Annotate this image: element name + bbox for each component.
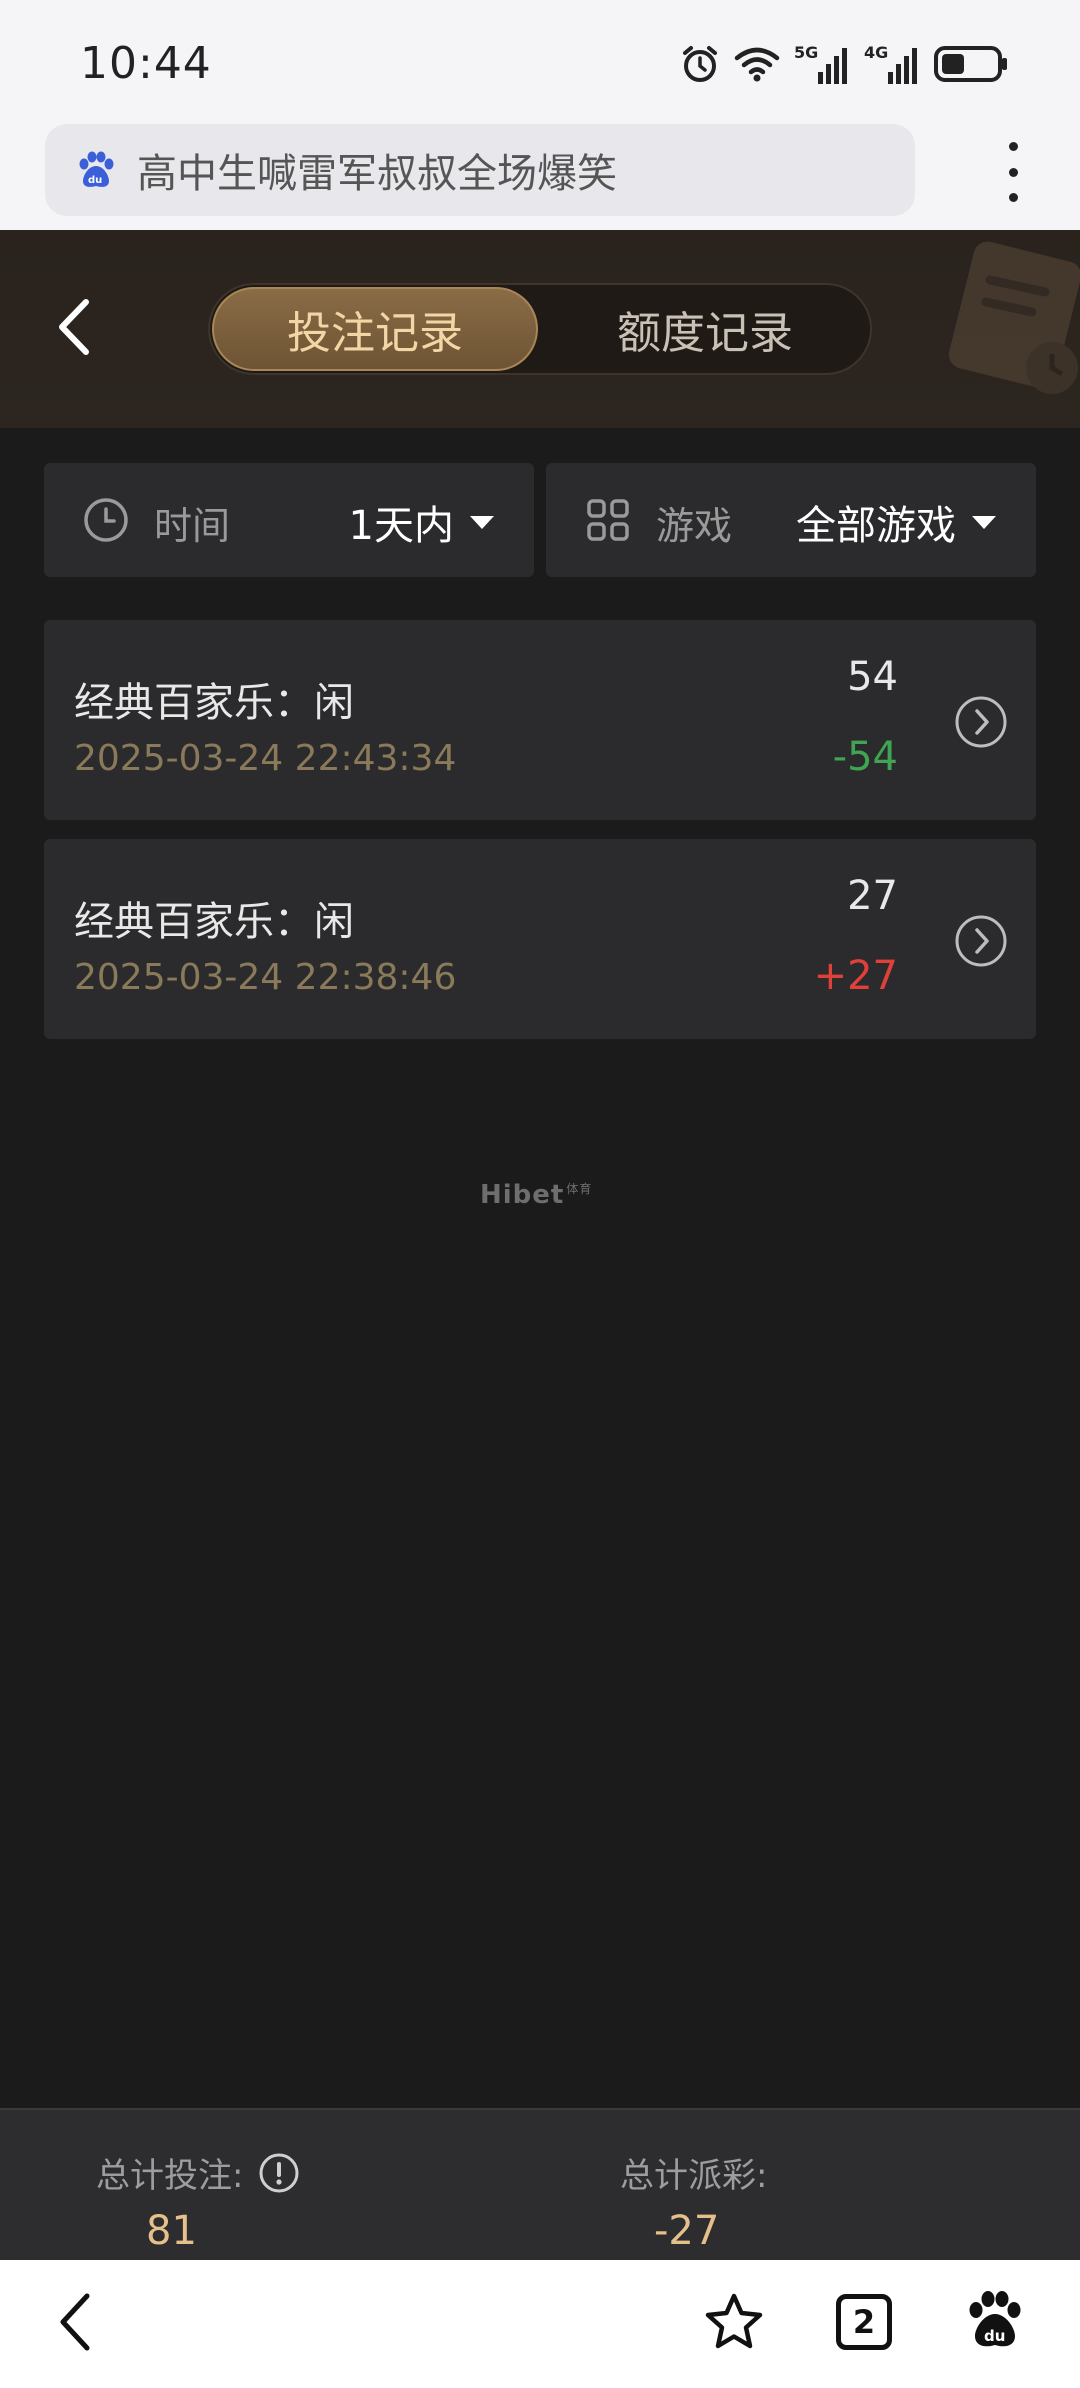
baidu-home-icon[interactable]: du bbox=[966, 2290, 1024, 2352]
alarm-icon bbox=[683, 46, 717, 82]
caret-down-icon bbox=[972, 515, 996, 529]
back-arrow-icon[interactable] bbox=[50, 292, 100, 362]
tab-bet-records[interactable]: 投注记录 bbox=[212, 287, 538, 371]
document-clock-icon bbox=[948, 241, 1080, 394]
tab-credit-records[interactable]: 额度记录 bbox=[540, 287, 870, 371]
total-bet-label: 总计投注: bbox=[96, 2156, 244, 2196]
bookmark-star-icon[interactable] bbox=[702, 2290, 766, 2354]
game-filter[interactable]: 游戏 全部游戏 bbox=[546, 463, 1036, 577]
total-bet-value: 81 bbox=[146, 2208, 197, 2254]
battery-icon bbox=[934, 46, 1007, 82]
watermark-sub: 体育 bbox=[566, 1182, 593, 1196]
search-text: 高中生喊雷军叔叔全场爆笑 bbox=[137, 151, 617, 197]
browser-back-icon[interactable] bbox=[55, 2290, 95, 2354]
total-bet-label-group: 总计投注: bbox=[96, 2148, 301, 2197]
record-payout: +27 bbox=[813, 953, 898, 999]
time-filter[interactable]: 时间 1天内 bbox=[44, 463, 534, 577]
signal-5g-icon: 5G bbox=[794, 43, 847, 84]
chevron-right-circle-icon[interactable] bbox=[954, 695, 1008, 749]
record-bet-amount: 54 bbox=[847, 654, 898, 700]
baidu-paw-icon: du bbox=[79, 151, 114, 187]
chevron-right-circle-icon[interactable] bbox=[954, 914, 1008, 968]
total-payout-label: 总计派彩: bbox=[620, 2156, 768, 2196]
svg-text:du: du bbox=[88, 175, 102, 186]
record-title: 经典百家乐：闲 bbox=[74, 899, 354, 945]
signal-4g-icon: 4G bbox=[864, 43, 917, 84]
browser-bar: du 高中生喊雷军叔叔全场爆笑 bbox=[0, 122, 1080, 230]
more-menu-icon[interactable] bbox=[993, 142, 1033, 202]
time-filter-value[interactable]: 1天内 bbox=[349, 493, 494, 551]
record-timestamp: 2025-03-24 22:43:34 bbox=[74, 738, 457, 779]
status-time: 10:44 bbox=[80, 38, 212, 89]
svg-text:du: du bbox=[984, 2327, 1005, 2345]
watermark-brand: Hibet bbox=[480, 1180, 565, 1210]
browser-bottom-nav: 2 du bbox=[0, 2260, 1080, 2388]
record-title: 经典百家乐：闲 bbox=[74, 680, 354, 726]
wifi-icon bbox=[734, 47, 780, 82]
status-icons: 5G 4G bbox=[680, 40, 1010, 88]
page-header: 投注记录 额度记录 bbox=[0, 230, 1080, 428]
record-type-switch: 投注记录 额度记录 bbox=[208, 283, 872, 375]
info-icon[interactable] bbox=[257, 2151, 301, 2195]
record-bet-amount: 27 bbox=[847, 873, 898, 919]
time-filter-label: 时间 bbox=[154, 504, 231, 548]
caret-down-icon bbox=[470, 515, 494, 529]
bet-record-row[interactable]: 经典百家乐：闲 2025-03-24 22:43:34 54 -54 bbox=[44, 620, 1036, 820]
signal-4g-label: 4G bbox=[864, 43, 888, 62]
time-filter-value-text: 1天内 bbox=[348, 503, 454, 549]
browser-search-bar[interactable]: du 高中生喊雷军叔叔全场爆笑 bbox=[45, 124, 915, 216]
signal-5g-label: 5G bbox=[794, 43, 818, 62]
record-timestamp: 2025-03-24 22:38:46 bbox=[74, 957, 457, 998]
tabs-count-button[interactable]: 2 bbox=[836, 2294, 892, 2350]
record-payout: -54 bbox=[832, 734, 898, 780]
game-filter-label: 游戏 bbox=[656, 504, 733, 548]
brand-watermark: Hibet 体育 bbox=[480, 1180, 592, 1210]
game-filter-value-text: 全部游戏 bbox=[796, 503, 956, 549]
clock-icon bbox=[84, 498, 128, 542]
status-bar: 10:44 5G 4G bbox=[0, 0, 1080, 122]
game-filter-value[interactable]: 全部游戏 bbox=[796, 493, 996, 551]
bet-record-row[interactable]: 经典百家乐：闲 2025-03-24 22:38:46 27 +27 bbox=[44, 839, 1036, 1039]
grid-icon bbox=[587, 499, 629, 541]
total-payout-value: -27 bbox=[654, 2208, 720, 2254]
summary-bar: 总计投注: 81 总计派彩: -27 bbox=[0, 2108, 1080, 2260]
